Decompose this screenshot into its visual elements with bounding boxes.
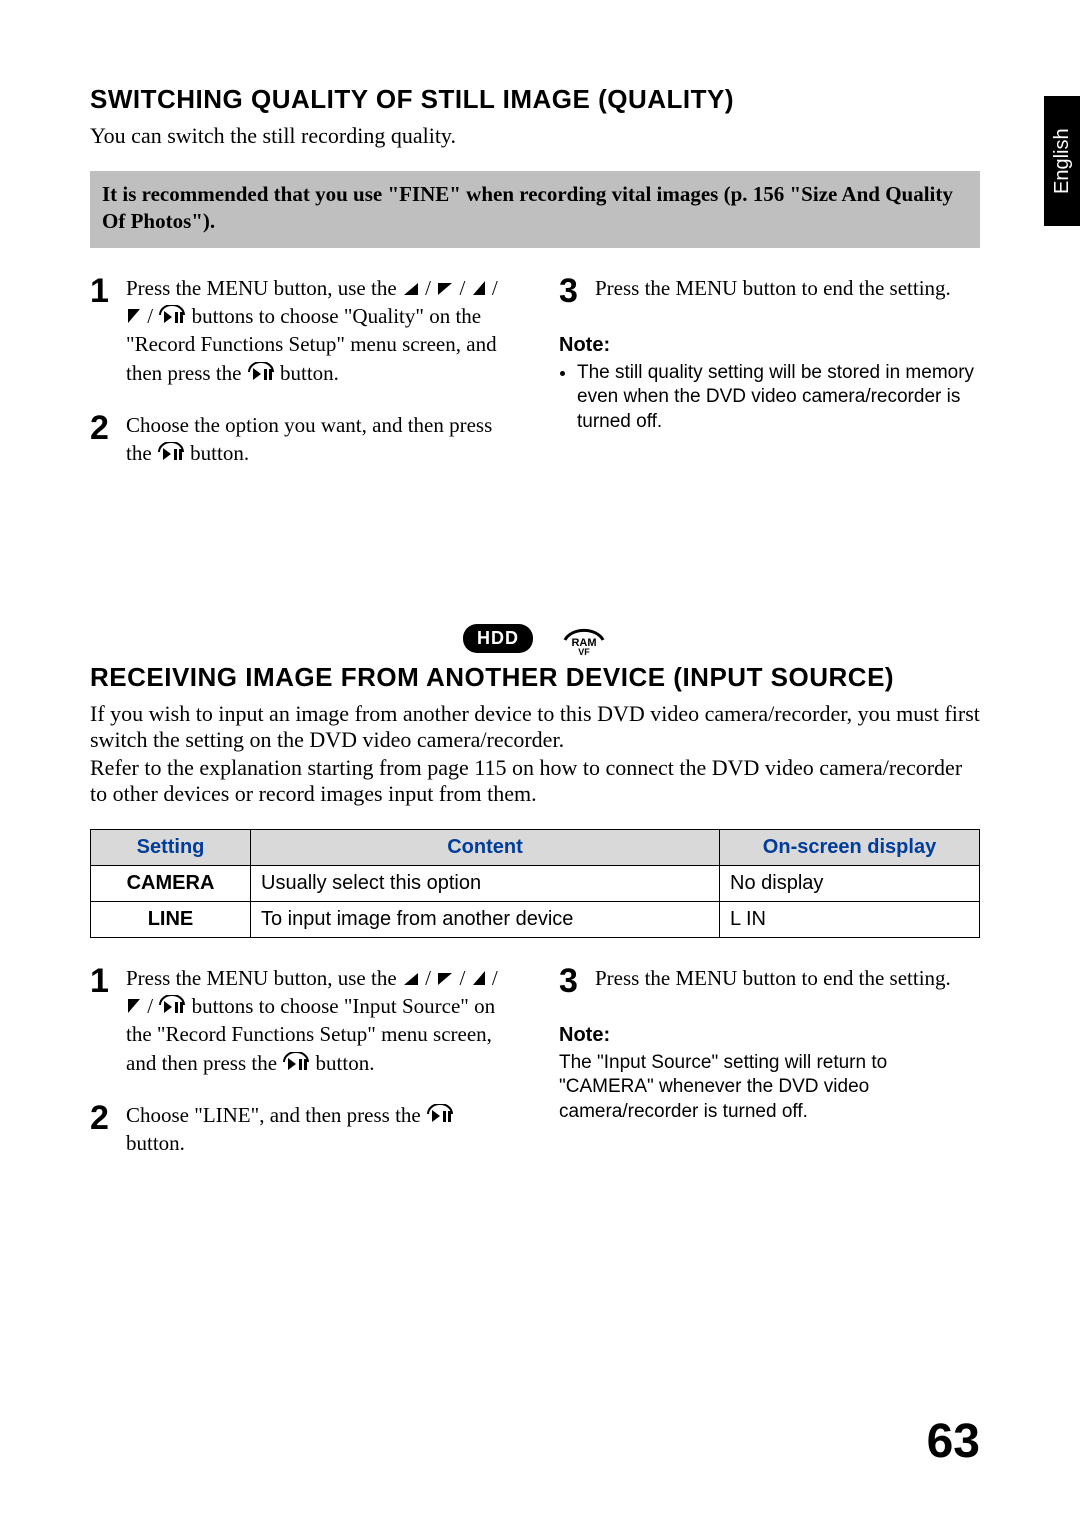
section1-columns: 1 Press the MENU button, use the / / / [90,274,980,492]
section1-heading: SWITCHING QUALITY OF STILL IMAGE (QUALIT… [90,84,980,115]
left-icon [471,279,487,297]
table-row: CAMERA Usually select this option No dis… [91,865,980,901]
play-pause-icon [247,362,275,382]
step-number: 1 [90,964,116,998]
down-icon [436,281,454,297]
svg-text:VF: VF [578,647,590,656]
settings-table: Setting Content On-screen display CAMERA… [90,829,980,938]
up-icon [402,281,420,297]
up-icon [402,971,420,987]
section1-col-right: 3 Press the MENU button to end the setti… [559,274,980,492]
step-number: 1 [90,274,116,308]
step-number: 3 [559,274,585,308]
section2: HDD RAM VF RECEIVING IMAGE FROM ANOTHER … [90,622,980,1182]
cell-display: L IN [720,901,980,937]
step-text-tail: button. [190,441,249,465]
note-text: The "Input Source" setting will return t… [559,1052,887,1122]
play-pause-icon [282,1052,310,1072]
step-text-tail: button. [280,361,339,385]
section1-lead: You can switch the still recording quali… [90,123,980,149]
cell-content: Usually select this option [251,865,720,901]
th-content: Content [251,829,720,865]
note-text: The still quality setting will be stored… [577,361,980,435]
section2-step1: 1 Press the MENU button, use the / / [90,964,511,1077]
right-icon [126,307,142,325]
step-text-pre: Press the MENU button, use the [126,276,402,300]
language-tab: English [1044,96,1080,226]
step-text: Press the MENU button to end the setting… [595,964,951,992]
step-text-pre: Press the MENU button, use the [126,966,402,990]
section1-step2: 2 Choose the option you want, and then p… [90,411,511,468]
cell-display: No display [720,865,980,901]
note-heading: Note: [559,332,980,359]
section2-step2: 2 Choose "LINE", and then press the but [90,1101,511,1158]
step-text-tail: button. [126,1131,185,1155]
section1-step3: 3 Press the MENU button to end the setti… [559,274,980,308]
step-number: 3 [559,964,585,998]
step-text: Press the MENU button, use the / / / [126,964,511,1077]
section2-col-left: 1 Press the MENU button, use the / / [90,964,511,1182]
play-pause-icon [426,1104,454,1124]
section2-col-right: 3 Press the MENU button to end the setti… [559,964,980,1182]
section2-step3: 3 Press the MENU button to end the setti… [559,964,980,998]
page-number: 63 [927,1414,980,1469]
cell-content: To input image from another device [251,901,720,937]
section1-tip: It is recommended that you use "FINE" wh… [90,171,980,248]
table-row: LINE To input image from another device … [91,901,980,937]
right-icon [126,997,142,1015]
down-icon [436,971,454,987]
note-body: The "Input Source" setting will return t… [559,1051,980,1125]
step-text: Choose "LINE", and then press the button… [126,1101,511,1158]
step-text: Choose the option you want, and then pre… [126,411,511,468]
cell-setting: LINE [91,901,251,937]
section2-columns: 1 Press the MENU button, use the / / [90,964,980,1182]
note-heading: Note: [559,1022,980,1049]
manual-page: English SWITCHING QUALITY OF STILL IMAGE… [0,0,1080,1529]
left-icon [471,969,487,987]
media-badges: HDD RAM VF [90,622,980,656]
hdd-badge: HDD [463,624,533,653]
step-text: Press the MENU button to end the setting… [595,274,951,302]
step-text: Press the MENU button, use the / / / [126,274,511,387]
note-body: The still quality setting will be stored… [559,361,980,435]
section2-body2: Refer to the explanation starting from p… [90,755,980,807]
section2-heading: RECEIVING IMAGE FROM ANOTHER DEVICE (INP… [90,662,980,693]
cell-setting: CAMERA [91,865,251,901]
step-text-pre: Choose "LINE", and then press the [126,1103,426,1127]
th-display: On-screen display [720,829,980,865]
step-number: 2 [90,411,116,445]
section1-col-left: 1 Press the MENU button, use the / / / [90,274,511,492]
section2-body1: If you wish to input an image from anoth… [90,701,980,753]
section1-step1: 1 Press the MENU button, use the / / / [90,274,511,387]
step-number: 2 [90,1101,116,1135]
ram-badge-icon: RAM VF [561,622,607,656]
play-pause-icon [158,305,186,325]
step-text-tail: button. [316,1051,375,1075]
play-pause-icon [158,995,186,1015]
play-pause-icon [157,442,185,462]
th-setting: Setting [91,829,251,865]
